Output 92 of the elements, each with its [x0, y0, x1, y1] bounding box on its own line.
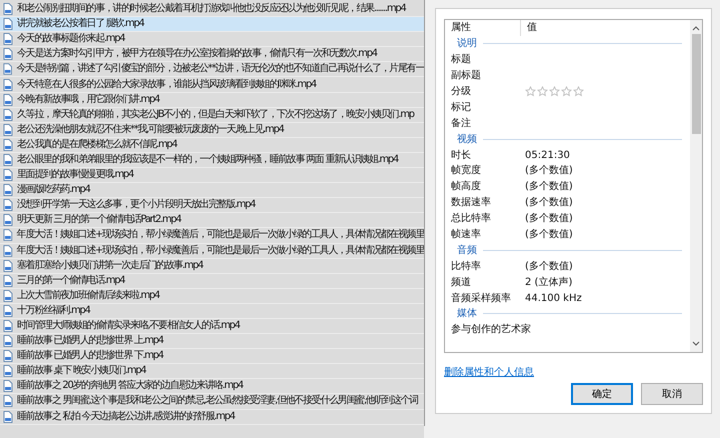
ok-button[interactable]: 确定 — [571, 383, 633, 405]
property-value: (多个数值) — [524, 260, 573, 274]
section-title: 媒体 — [456, 307, 477, 322]
file-row[interactable]: 久等拉，摩天轮真的啪啪，其实老公JB不小的，但是白天来吓软了，下次不挖这场了，晚安小姨贝们.mp — [0, 108, 424, 123]
file-icon — [2, 199, 14, 212]
section-title: 说明 — [456, 37, 477, 52]
file-icon — [2, 304, 14, 317]
property-name: 比特率 — [450, 260, 482, 274]
property-name: 参与创作的艺术家 — [450, 322, 531, 338]
file-icon — [2, 108, 14, 121]
property-name: 分级 — [450, 85, 472, 99]
property-value: (多个数值) — [524, 164, 573, 178]
file-icon — [2, 365, 14, 378]
file-icon — [2, 320, 14, 332]
file-icon — [2, 94, 14, 106]
property-name: 帧高度 — [450, 180, 482, 194]
property-value: (多个数值) — [524, 180, 573, 194]
column-header: 属性 — [449, 20, 521, 36]
property-name: 频道 — [450, 276, 472, 290]
file-row[interactable]: 没想到开学第一天这么多事，更个小片段明天放出完整版.mp4 — [0, 198, 424, 214]
property-value: 05:21:30 — [524, 148, 570, 163]
file-row[interactable]: 漫画版吃药药.mp4 — [0, 183, 424, 198]
file-row[interactable]: 今晚有新故事哦，用它跟你们讲.mp4 — [0, 92, 424, 108]
file-row[interactable]: 睡前故事 桌下 晚安小姨贝们.mp4 — [0, 364, 424, 380]
file-row[interactable]: 明天更新 三月的第一个偷情电话Part2.mp4 — [0, 213, 424, 228]
file-icon — [2, 18, 14, 30]
file-row[interactable]: 三月的第一个偷情电话.mp4 — [0, 274, 424, 289]
file-icon — [2, 260, 14, 272]
property-value: (多个数值) — [524, 196, 573, 210]
file-row[interactable]: 睡前故事 已婚男人的悲惨世界 下.mp4 — [0, 349, 424, 364]
file-icon — [2, 169, 14, 182]
property-value: 2 (立体声) — [524, 276, 572, 290]
file-row[interactable]: 老公眼里的我和弟弟眼里的我应该是不一样的，一个姨姐两种骚，睡前故事 两面 重新认识姨姐.mp4 — [0, 152, 424, 168]
file-row[interactable]: 讲完就被老公按着日了 腿软.mp4 — [0, 17, 424, 32]
file-icon — [2, 380, 14, 392]
file-icon — [2, 154, 14, 166]
scrollbar[interactable] — [690, 20, 702, 352]
property-value: (多个数值) — [524, 212, 573, 226]
file-icon — [2, 290, 14, 302]
file-icon — [2, 63, 14, 76]
property-name: 备注 — [450, 116, 472, 131]
section-title: 音频 — [456, 244, 477, 258]
file-row[interactable]: 今天特意在人很多的公园给大家录故事，谁能从挡风玻璃看到姨姐的咪咪.mp4 — [0, 77, 424, 93]
property-name: 时长 — [450, 148, 472, 163]
file-icon — [2, 274, 14, 287]
file-row[interactable]: 睡前故事 已婚男人的悲惨世界 上.mp4 — [0, 334, 424, 350]
property-name: 音频采样频率 — [450, 292, 512, 306]
file-row[interactable]: 十万粉丝福利.mp4 — [0, 304, 424, 319]
file-icon — [2, 138, 14, 151]
property-name: 数据速率 — [450, 196, 492, 210]
file-row[interactable]: 塞着肛塞给小姨贝们讲第一次走后门的故事.mp4 — [0, 258, 424, 274]
file-row[interactable]: 时间管理大师姨姐的偷情实录来咯,不要相信女人的话.mp4 — [0, 318, 424, 334]
property-name: 标记 — [450, 100, 472, 115]
file-row[interactable]: 睡前故事之 私拍 今天边搞老公边讲,感觉讲的好舒服.mp4 — [0, 410, 424, 425]
property-value: (多个数值) — [524, 228, 573, 242]
file-row[interactable]: 老公我真的是在爬楼梯怎么就不信呢.mp4 — [0, 138, 424, 153]
file-row[interactable]: 今天的故事标题你来起.mp4 — [0, 32, 424, 48]
remove-properties-link[interactable]: 删除属性和个人信息 — [444, 365, 534, 380]
file-icon — [2, 244, 14, 257]
property-name: 帧速率 — [450, 228, 482, 242]
property-name: 总比特率 — [450, 212, 492, 226]
file-icon — [2, 78, 14, 91]
property-name: 标题 — [450, 52, 472, 68]
section-title: 视频 — [456, 132, 477, 147]
file-row[interactable]: 今天是特别篇，讲述了勾引傻宝的部分，边被老公**边讲，语无伦次的也不知道自己再说什么了，片尾有一 — [0, 62, 424, 78]
file-row[interactable]: 年度大活！姨姐口述+现场实拍，帮小绿魔善后，可能也是最后一次做小绿的工具人，具体情况都在视频里 — [0, 244, 424, 259]
file-icon — [2, 3, 14, 16]
file-icon — [2, 48, 14, 60]
scroll-up-icon[interactable] — [692, 24, 700, 32]
property-value: 44.100 kHz — [524, 292, 582, 306]
file-row[interactable]: 今天是送方案时勾引甲方，被甲方在领导在办公室按着操的故事，偷情只有一次和无数次.mp4 — [0, 47, 424, 62]
file-icon — [2, 335, 14, 348]
file-row[interactable]: 里面提到的故事慢慢更哦.mp4 — [0, 168, 424, 184]
column-header: 值 — [526, 21, 537, 36]
file-row[interactable]: 老公还洗澡他朋友就忍不住来**我,可能要被玩废废的一天,晚上见.mp4 — [0, 122, 424, 138]
file-row[interactable]: 上次大雪前夜加班偷情后续来啦.mp4 — [0, 288, 424, 304]
file-icon — [2, 214, 14, 226]
file-row[interactable]: 年度大活！姨姐口述+现场实拍，帮小绿魔善后，可能也是最后一次做小绿的工具人，具体情况都在视频里 — [0, 228, 424, 244]
file-row[interactable]: 睡前故事之 20岁的奔驰男 答应大家的边自慰边来讲咯.mp4 — [0, 379, 424, 394]
file-row[interactable]: 睡前故事之 男闺蜜,这个事是我和老公之间的禁忌,老公虽然接受淫妻,但他不接受什么男闺蜜,他听到这个词 — [0, 394, 424, 410]
file-icon — [2, 184, 14, 196]
file-icon — [2, 410, 14, 423]
property-name: 副标题 — [450, 68, 482, 84]
cancel-button[interactable]: 取消 — [641, 383, 703, 405]
file-icon — [2, 229, 14, 242]
file-icon — [2, 350, 14, 362]
file-icon — [2, 395, 14, 408]
property-name: 帧宽度 — [450, 164, 482, 178]
scroll-thumb[interactable] — [692, 34, 700, 134]
file-icon — [2, 33, 14, 46]
scroll-down-icon[interactable] — [692, 340, 700, 348]
file-icon — [2, 124, 14, 136]
